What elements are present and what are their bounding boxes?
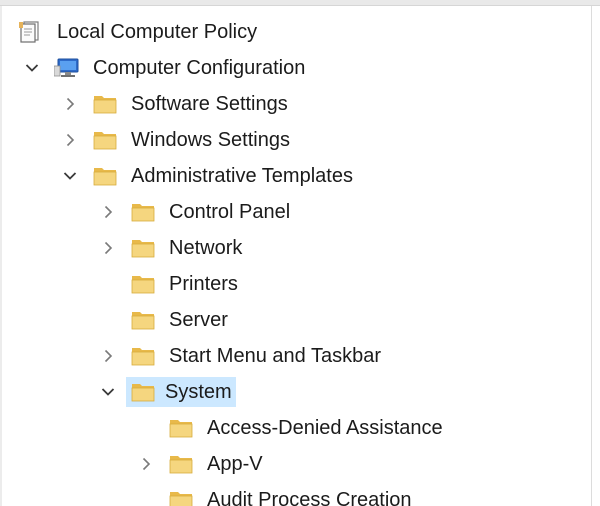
tree-node-label: System xyxy=(160,377,236,407)
tree-node-label: Computer Configuration xyxy=(93,57,306,79)
tree-node-label: Windows Settings xyxy=(131,129,290,151)
folder-icon xyxy=(130,201,156,223)
computer-icon xyxy=(54,57,80,79)
tree-node-label: Start Menu and Taskbar xyxy=(169,345,381,367)
tree-node-control-panel[interactable]: Control Panel xyxy=(0,194,590,230)
folder-icon xyxy=(130,309,156,331)
folder-icon xyxy=(130,237,156,259)
tree-node-label: Network xyxy=(169,237,243,259)
folder-icon xyxy=(168,453,194,475)
chevron-right-icon[interactable] xyxy=(136,446,156,482)
chevron-right-icon[interactable] xyxy=(60,86,80,122)
tree-node-network[interactable]: Network xyxy=(0,230,590,266)
chevron-right-icon[interactable] xyxy=(60,122,80,158)
folder-icon xyxy=(130,345,156,367)
tree-node-label: Server xyxy=(169,309,228,331)
tree-node-label: Access-Denied Assistance xyxy=(207,417,443,439)
console-tree: Local Computer Policy Computer Configura… xyxy=(0,14,590,506)
folder-icon xyxy=(168,489,194,506)
tree-node-windows-settings[interactable]: Windows Settings xyxy=(0,122,590,158)
chevron-right-icon[interactable] xyxy=(98,230,118,266)
tree-node-start-menu-and-taskbar[interactable]: Start Menu and Taskbar xyxy=(0,338,590,374)
policy-document-icon xyxy=(18,21,44,43)
tree-node-label: Local Computer Policy xyxy=(57,21,258,43)
tree-node-system[interactable]: System xyxy=(0,374,590,410)
tree-node-local-computer-policy[interactable]: Local Computer Policy xyxy=(0,14,590,50)
folder-icon xyxy=(92,129,118,151)
tree-node-label: App-V xyxy=(207,453,263,475)
tree-node-label: Printers xyxy=(169,273,238,295)
chevron-right-icon[interactable] xyxy=(98,194,118,230)
tree-node-label: Control Panel xyxy=(169,201,291,223)
tree-node-software-settings[interactable]: Software Settings xyxy=(0,86,590,122)
tree-node-label: Audit Process Creation xyxy=(207,489,412,506)
pane-top-border xyxy=(0,0,600,6)
chevron-down-icon[interactable] xyxy=(22,50,42,86)
tree-node-audit-process-creation[interactable]: Audit Process Creation xyxy=(0,482,590,506)
folder-icon xyxy=(92,165,118,187)
tree-node-printers[interactable]: Printers xyxy=(0,266,590,302)
tree-node-administrative-templates[interactable]: Administrative Templates xyxy=(0,158,590,194)
tree-node-computer-configuration[interactable]: Computer Configuration xyxy=(0,50,590,86)
folder-icon xyxy=(92,93,118,115)
tree-node-label: Administrative Templates xyxy=(131,165,353,187)
tree-node-server[interactable]: Server xyxy=(0,302,590,338)
folder-icon xyxy=(168,417,194,439)
chevron-right-icon[interactable] xyxy=(98,338,118,374)
tree-node-label: Software Settings xyxy=(131,93,288,115)
pane-splitter[interactable] xyxy=(591,6,592,506)
tree-node-app-v[interactable]: App-V xyxy=(0,446,590,482)
tree-node-access-denied-assistance[interactable]: Access-Denied Assistance xyxy=(0,410,590,446)
folder-icon xyxy=(130,273,156,295)
chevron-down-icon[interactable] xyxy=(60,158,80,194)
tree-pane: Local Computer Policy Computer Configura… xyxy=(0,0,600,506)
folder-icon xyxy=(126,377,160,407)
chevron-down-icon[interactable] xyxy=(98,374,118,410)
